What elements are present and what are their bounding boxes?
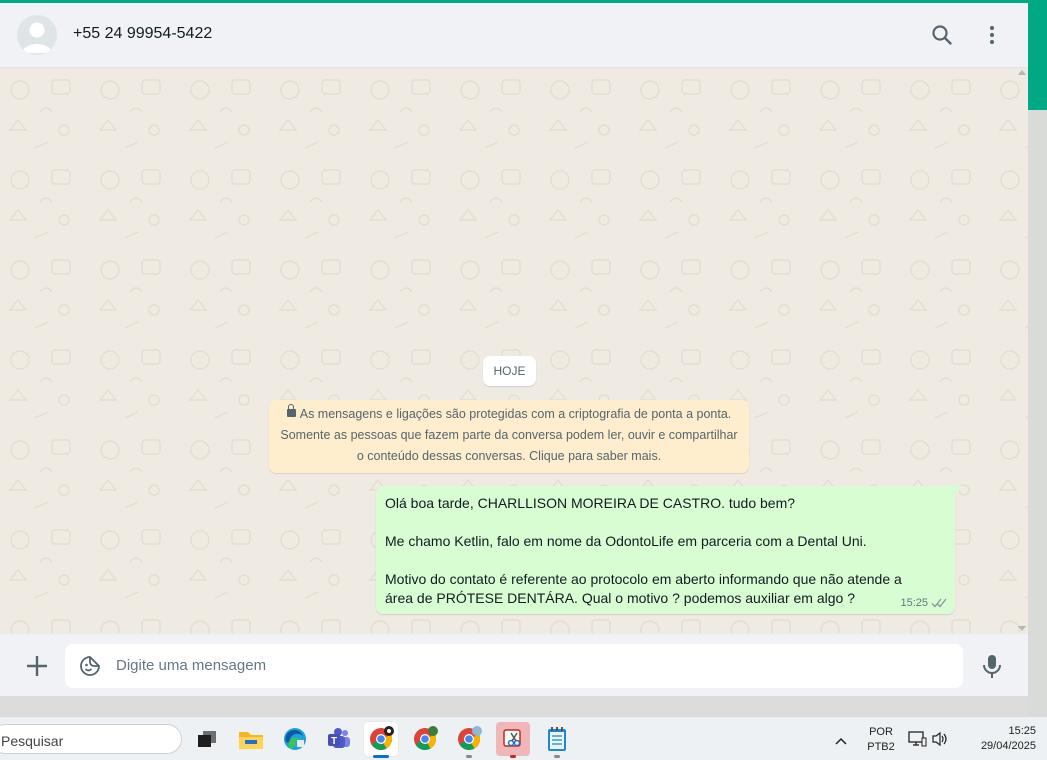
chat-panel[interactable]: HOJE As mensagens e ligações são protegi… (0, 68, 1028, 633)
network-icon[interactable] (907, 730, 927, 753)
chrome-icon[interactable] (452, 722, 486, 758)
windows-taskbar: Pesquisar T POR PTB2 15:25 29/04/2025 (0, 716, 1047, 760)
encryption-notice-line: Somente as pessoas que fazem parte da co… (280, 428, 738, 442)
open-indicator (510, 755, 516, 758)
volume-icon[interactable] (931, 731, 949, 752)
clock[interactable]: 15:25 29/04/2025 (960, 725, 1036, 752)
double-check-icon (931, 598, 947, 608)
notepad-icon[interactable] (540, 722, 574, 758)
lock-icon (286, 404, 296, 417)
open-indicator (554, 755, 560, 758)
background-accent-strip (1028, 0, 1047, 110)
encryption-notice-line: As mensagens e ligações são protegidas c… (299, 407, 732, 421)
snipping-tool-icon[interactable] (496, 722, 530, 758)
message-time: 15:25 (900, 597, 928, 609)
search-icon[interactable] (928, 21, 956, 49)
outgoing-message[interactable]: Olá boa tarde, CHARLLISON MOREIRA DE CAS… (376, 486, 955, 614)
file-explorer-icon[interactable] (234, 722, 268, 756)
more-vertical-icon[interactable] (978, 21, 1006, 49)
message-line: Me chamo Ketlin, falo em nome da OdontoL… (385, 533, 867, 549)
teams-icon[interactable]: T (322, 722, 356, 756)
encryption-notice-line: o conteúdo dessas conversas. Clique para… (356, 449, 662, 463)
message-meta: 15:25 (900, 597, 947, 609)
microphone-icon[interactable] (980, 653, 1004, 679)
taskbar-search-placeholder: Pesquisar (1, 733, 64, 749)
bubble-tail (955, 486, 963, 495)
sticker-icon[interactable] (79, 655, 101, 677)
open-indicator (466, 755, 472, 758)
message-line: área de PRÓTESE DENTÁRA. Qual o motivo ?… (385, 590, 855, 606)
clock-time: 15:25 (1008, 725, 1036, 737)
message-placeholder: Digite uma mensagem (116, 657, 267, 674)
language-indicator[interactable]: POR PTB2 (863, 726, 899, 753)
contact-avatar[interactable] (17, 15, 57, 55)
background-area (1028, 110, 1047, 716)
taskbar-search[interactable]: Pesquisar (0, 724, 182, 754)
svg-text:T: T (331, 736, 337, 747)
scroll-up-arrow[interactable] (1018, 70, 1026, 75)
message-line: Motivo do contato é referente ao protoco… (385, 571, 902, 587)
task-view-icon[interactable] (190, 722, 224, 756)
chevron-up-icon[interactable] (834, 733, 848, 751)
contact-name[interactable]: +55 24 99954-5422 (73, 25, 212, 43)
message-line: Olá boa tarde, CHARLLISON MOREIRA DE CAS… (385, 495, 796, 511)
chat-header: +55 24 99954-5422 (0, 3, 1028, 68)
encryption-notice[interactable]: As mensagens e ligações são protegidas c… (269, 400, 749, 473)
chrome-icon-active[interactable] (364, 722, 398, 758)
plus-icon[interactable] (24, 653, 50, 679)
clock-date: 29/04/2025 (980, 740, 1036, 752)
keyboard-layout: PTB2 (867, 741, 895, 753)
language-code: POR (869, 726, 893, 738)
whatsapp-window: +55 24 99954-5422 HOJE As mensagens e li… (0, 3, 1028, 696)
chrome-icon[interactable] (408, 722, 442, 756)
date-divider: HOJE (483, 356, 536, 386)
composer-bar: Digite uma mensagem (0, 634, 1028, 696)
edge-browser-icon[interactable] (278, 722, 312, 756)
message-input[interactable]: Digite uma mensagem (65, 644, 963, 688)
active-indicator (373, 755, 389, 758)
scroll-down-arrow[interactable] (1018, 626, 1026, 631)
